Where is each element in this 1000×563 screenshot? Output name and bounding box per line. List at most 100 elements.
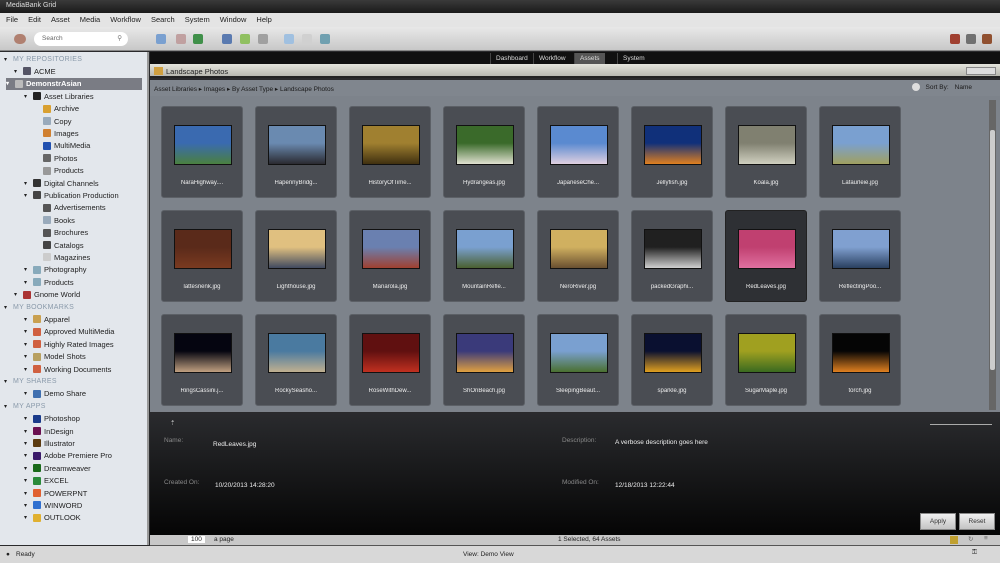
expand-arrow-icon[interactable]: ▾: [24, 490, 30, 497]
tree-item[interactable]: ▾ Publication Production: [24, 189, 119, 201]
asset-tile[interactable]: JapaneseChe...: [537, 106, 619, 198]
tree-item[interactable]: ▾ Illustrator: [24, 437, 75, 449]
tree-item[interactable]: ▾ Working Documents: [24, 363, 111, 375]
reset-button[interactable]: Reset: [959, 513, 995, 530]
expand-arrow-icon[interactable]: ▾: [24, 502, 30, 509]
asset-tile[interactable]: lattesnenk.jpg: [161, 210, 243, 302]
section-header[interactable]: ▾ MY REPOSITORIES: [4, 53, 82, 65]
tree-item[interactable]: ▾ Gnome World: [14, 289, 80, 301]
tree-item[interactable]: ▾ Highly Rated Images: [24, 338, 114, 350]
asset-tile[interactable]: RockySeasho...: [255, 314, 337, 406]
grid-scrollbar[interactable]: [989, 100, 996, 410]
menu-item-file[interactable]: File: [6, 15, 18, 25]
home-icon[interactable]: [14, 34, 26, 44]
expand-arrow-icon[interactable]: ▾: [6, 80, 12, 87]
tree-item[interactable]: Magazines: [34, 251, 90, 263]
section-header[interactable]: ▾ MY BOOKMARKS: [4, 301, 74, 313]
per-page-select[interactable]: 100: [188, 536, 205, 543]
expand-arrow-icon[interactable]: ▾: [4, 403, 10, 410]
tree-item[interactable]: ▾ Approved MultiMedia: [24, 326, 114, 338]
asset-tile[interactable]: Hydrangeas.jpg: [443, 106, 525, 198]
tree-item[interactable]: ▾ Apparel: [24, 313, 70, 325]
tree-item[interactable]: ▾ DemonstrAsian: [6, 77, 142, 90]
menu-item-edit[interactable]: Edit: [28, 15, 41, 25]
expand-arrow-icon[interactable]: ▾: [24, 428, 30, 435]
description-value[interactable]: A verbose description goes here: [615, 439, 708, 446]
section-header[interactable]: ▾ MY SHARES: [4, 375, 57, 387]
tab-system[interactable]: System: [617, 53, 650, 64]
tree-item[interactable]: ▾ Adobe Premiere Pro: [24, 450, 112, 462]
scrollbar-thumb[interactable]: [990, 130, 995, 370]
expand-arrow-icon[interactable]: ▾: [24, 514, 30, 521]
tree-item[interactable]: Books: [34, 214, 75, 226]
asset-tile[interactable]: ReflectingPoo...: [819, 210, 901, 302]
tree-item[interactable]: Copy: [34, 115, 72, 127]
name-value[interactable]: RedLeaves.jpg: [213, 441, 256, 448]
toolbar-icon-8[interactable]: [302, 34, 312, 44]
asset-tile[interactable]: Jellyfish.jpg: [631, 106, 713, 198]
sort-value[interactable]: Name: [955, 84, 972, 91]
expand-arrow-icon[interactable]: ▾: [14, 68, 20, 75]
key-icon[interactable]: ⚿: [972, 549, 977, 557]
expand-arrow-icon[interactable]: ▾: [24, 452, 30, 459]
menu-item-workflow[interactable]: Workflow: [110, 15, 141, 25]
tree-item[interactable]: Brochures: [34, 227, 88, 239]
expand-arrow-icon[interactable]: ▾: [24, 465, 30, 472]
asset-tile[interactable]: ShOnBeach.jpg: [443, 314, 525, 406]
asset-tile[interactable]: sparkle.jpg: [631, 314, 713, 406]
asset-tile[interactable]: SugarMaple.jpg: [725, 314, 807, 406]
tree-item[interactable]: Photos: [34, 152, 77, 164]
asset-tile[interactable]: Manarola.jpg: [349, 210, 431, 302]
toolbar-icon-11[interactable]: [982, 34, 992, 44]
asset-tile[interactable]: Lighthouse.jpg: [255, 210, 337, 302]
tree-item[interactable]: ▾ Photography: [24, 264, 87, 276]
asset-tile[interactable]: SleepingBeaut...: [537, 314, 619, 406]
toolbar-icon-9[interactable]: [320, 34, 330, 44]
menu-item-search[interactable]: Search: [151, 15, 175, 25]
tree-item[interactable]: ▾ Model Shots: [24, 351, 86, 363]
asset-tile[interactable]: RingsCassini.j...: [161, 314, 243, 406]
tree-item[interactable]: ▾ ACME: [14, 65, 56, 77]
tree-item[interactable]: Advertisements: [34, 202, 106, 214]
section-header[interactable]: ▾ MY APPS: [4, 400, 46, 412]
refresh-icon[interactable]: ↻: [968, 535, 973, 543]
expand-arrow-icon[interactable]: ▾: [4, 56, 10, 63]
sort-control[interactable]: Sort By: Name: [911, 83, 972, 91]
menu-item-help[interactable]: Help: [256, 15, 271, 25]
expand-arrow-icon[interactable]: ▾: [24, 93, 30, 100]
expand-arrow-icon[interactable]: ▾: [24, 279, 30, 286]
expand-arrow-icon[interactable]: ▾: [4, 378, 10, 385]
tree-item[interactable]: Catalogs: [34, 239, 84, 251]
menu-item-window[interactable]: Window: [220, 15, 247, 25]
toolbar-icon-6[interactable]: [258, 34, 268, 44]
zoom-slider[interactable]: [930, 424, 992, 425]
tree-item[interactable]: ▾ WINWORD: [24, 499, 82, 511]
expand-arrow-icon[interactable]: ▾: [4, 304, 10, 311]
search-input[interactable]: Search ⚲: [34, 32, 128, 46]
expand-arrow-icon[interactable]: ▾: [24, 316, 30, 323]
asset-tile[interactable]: MountainRefle...: [443, 210, 525, 302]
tree-item[interactable]: ▾ Asset Libraries: [24, 90, 94, 102]
tree-item[interactable]: ▾ InDesign: [24, 425, 74, 437]
expand-arrow-icon[interactable]: ▾: [24, 341, 30, 348]
tab-assets[interactable]: Assets: [574, 53, 605, 64]
asset-tile[interactable]: HistoryOfTime...: [349, 106, 431, 198]
expand-arrow-icon[interactable]: ▾: [24, 415, 30, 422]
pin-icon[interactable]: ⇡: [170, 419, 175, 427]
toolbar-icon-3[interactable]: [193, 34, 203, 44]
expand-arrow-icon[interactable]: ▾: [24, 366, 30, 373]
tab-dashboard[interactable]: Dashboard: [490, 53, 533, 64]
grid-view-icon[interactable]: [950, 536, 958, 544]
tree-item[interactable]: ▾ OUTLOOK: [24, 512, 81, 524]
asset-tile[interactable]: RedLeaves.jpg: [725, 210, 807, 302]
asset-tile[interactable]: packedGraphi...: [631, 210, 713, 302]
tab-workflow[interactable]: Workflow: [533, 53, 571, 64]
expand-arrow-icon[interactable]: ▾: [24, 266, 30, 273]
asset-tile[interactable]: HapennyBridg...: [255, 106, 337, 198]
print-icon[interactable]: [950, 34, 960, 44]
asset-tile[interactable]: Lafaurleie.jpg: [819, 106, 901, 198]
expand-arrow-icon[interactable]: ▾: [24, 477, 30, 484]
tree-item[interactable]: Products: [34, 165, 84, 177]
tree-item[interactable]: ▾ EXCEL: [24, 475, 69, 487]
expand-arrow-icon[interactable]: ▾: [24, 192, 30, 199]
